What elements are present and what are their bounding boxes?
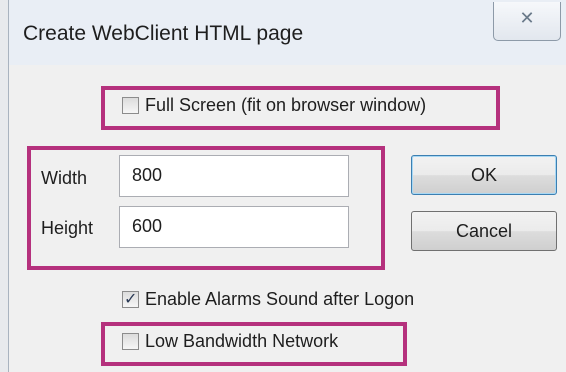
full-screen-label[interactable]: Full Screen (fit on browser window) — [145, 95, 426, 116]
width-label: Width — [41, 168, 88, 188]
close-button[interactable]: ✕ — [493, 2, 561, 41]
height-label: Height — [41, 218, 94, 238]
ok-button[interactable]: OK — [411, 155, 557, 195]
title-bar: Create WebClient HTML page ✕ — [9, 0, 566, 65]
check-icon: ✓ — [124, 291, 138, 308]
low-bandwidth-label[interactable]: Low Bandwidth Network — [145, 331, 338, 352]
height-input[interactable] — [132, 216, 332, 237]
height-field[interactable] — [119, 206, 349, 248]
dialog-window: Create WebClient HTML page ✕ Full Screen… — [8, 0, 566, 372]
low-bandwidth-checkbox[interactable] — [122, 333, 139, 350]
close-icon: ✕ — [519, 8, 535, 28]
dialog-title: Create WebClient HTML page — [23, 22, 304, 45]
width-field[interactable] — [119, 155, 349, 197]
cancel-button[interactable]: Cancel — [411, 211, 557, 251]
alarms-sound-label[interactable]: Enable Alarms Sound after Logon — [145, 289, 414, 310]
alarms-sound-checkbox[interactable]: ✓ — [122, 291, 139, 308]
width-input[interactable] — [132, 165, 332, 186]
full-screen-checkbox[interactable] — [122, 97, 139, 114]
